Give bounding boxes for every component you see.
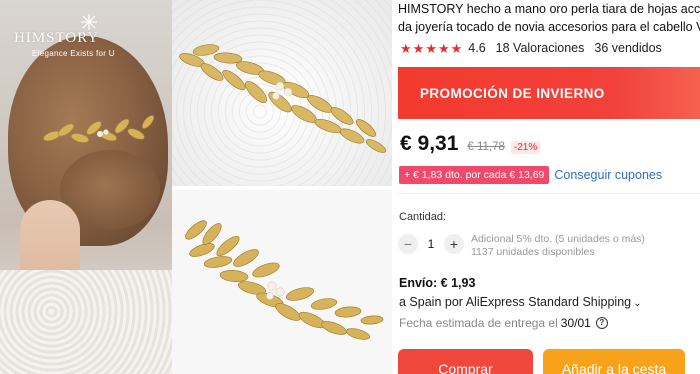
quantity-increase-button[interactable]: + — [444, 234, 464, 254]
main-product-photo[interactable]: HIMSTORY Elegance Exists for U — [0, 0, 172, 374]
star-icon: ★ — [450, 40, 463, 56]
product-gallery: HIMSTORY Elegance Exists for U — [0, 0, 392, 374]
product-title-line-2: da joyería tocado de novia accesorios pa… — [398, 20, 700, 34]
rating-row: ★ ★ ★ ★ ★ 4.6 18 Valoraciones 36 vendido… — [400, 41, 662, 55]
product-title-line-1: HIMSTORY hecho a mano oro perla tiara de… — [398, 2, 700, 16]
current-price: € 9,31 — [400, 132, 459, 155]
get-coupons-link[interactable]: Conseguir cupones — [554, 168, 662, 182]
brand-logo: HIMSTORY — [14, 30, 100, 46]
section-divider — [398, 193, 700, 194]
detail-photo-top[interactable] — [172, 0, 392, 186]
quantity-label: Cantidad: — [399, 211, 447, 223]
price-row: € 9,31 € 11,78 -21% — [400, 132, 541, 156]
product-title: HIMSTORY hecho a mano oro perla tiara de… — [398, 0, 700, 36]
quantity-value[interactable]: 1 — [418, 237, 444, 251]
promo-label: PROMOCIÓN DE INVIERNO — [420, 86, 605, 101]
lace-dress-shape — [0, 270, 172, 374]
quantity-decrease-button[interactable]: − — [398, 234, 418, 254]
discount-badge: -21% — [510, 141, 541, 154]
detail-photo-bottom[interactable] — [172, 190, 392, 374]
buy-now-button[interactable]: Comprar — [398, 349, 533, 374]
gold-leaf-pin-icon — [43, 115, 155, 143]
rating-value: 4.6 — [468, 41, 486, 55]
bulk-discount-note: Adicional 5% dto. (5 unidades o más) — [471, 233, 645, 245]
product-info-panel: HIMSTORY hecho a mano oro perla tiara de… — [398, 0, 700, 374]
quantity-stepper: − 1 + — [398, 234, 464, 254]
gold-leaf-hairpiece-icon — [179, 44, 387, 153]
chevron-down-icon: ⌄ — [633, 298, 642, 309]
promo-banner[interactable]: PROMOCIÓN DE INVIERNO — [398, 67, 700, 119]
add-to-cart-button[interactable]: Añadir a la cesta — [543, 349, 685, 374]
brand-tagline: Elegance Exists for U — [32, 49, 115, 58]
delivery-date: 30/01 — [560, 316, 591, 330]
shipping-price: Envío: € 1,93 — [399, 276, 476, 290]
sold-count: 36 vendidos — [594, 41, 662, 55]
delivery-estimate: Fecha estimada de entrega el 30/01 ? — [399, 316, 608, 330]
rating-stars[interactable]: ★ ★ ★ ★ ★ — [400, 42, 462, 55]
coupon-tag: + € 1,83 dto. por cada € 13,69 — [399, 166, 550, 184]
shipping-route-text: a Spain por AliExpress Standard Shipping — [399, 295, 632, 309]
stock-available-note: 1137 unidades disponibles — [471, 246, 595, 258]
shipping-method-selector[interactable]: a Spain por AliExpress Standard Shipping… — [399, 295, 641, 309]
ratings-count-link[interactable]: 18 Valoraciones — [496, 41, 585, 55]
logo-sparkle-icon — [81, 14, 97, 30]
star-icon: ★ — [400, 40, 412, 56]
gold-leaf-hairpiece-icon — [185, 220, 384, 340]
quantity-note: Adicional 5% dto. (5 unidades o más) 113… — [471, 233, 645, 259]
original-price: € 11,78 — [467, 141, 505, 153]
help-icon[interactable]: ? — [595, 317, 608, 329]
star-icon: ★ — [425, 40, 437, 56]
coupon-row: + € 1,83 dto. por cada € 13,69 Conseguir… — [399, 166, 662, 184]
star-icon: ★ — [412, 40, 425, 56]
delivery-prefix: Fecha estimada de entrega el — [399, 316, 558, 330]
star-icon: ★ — [437, 40, 450, 56]
